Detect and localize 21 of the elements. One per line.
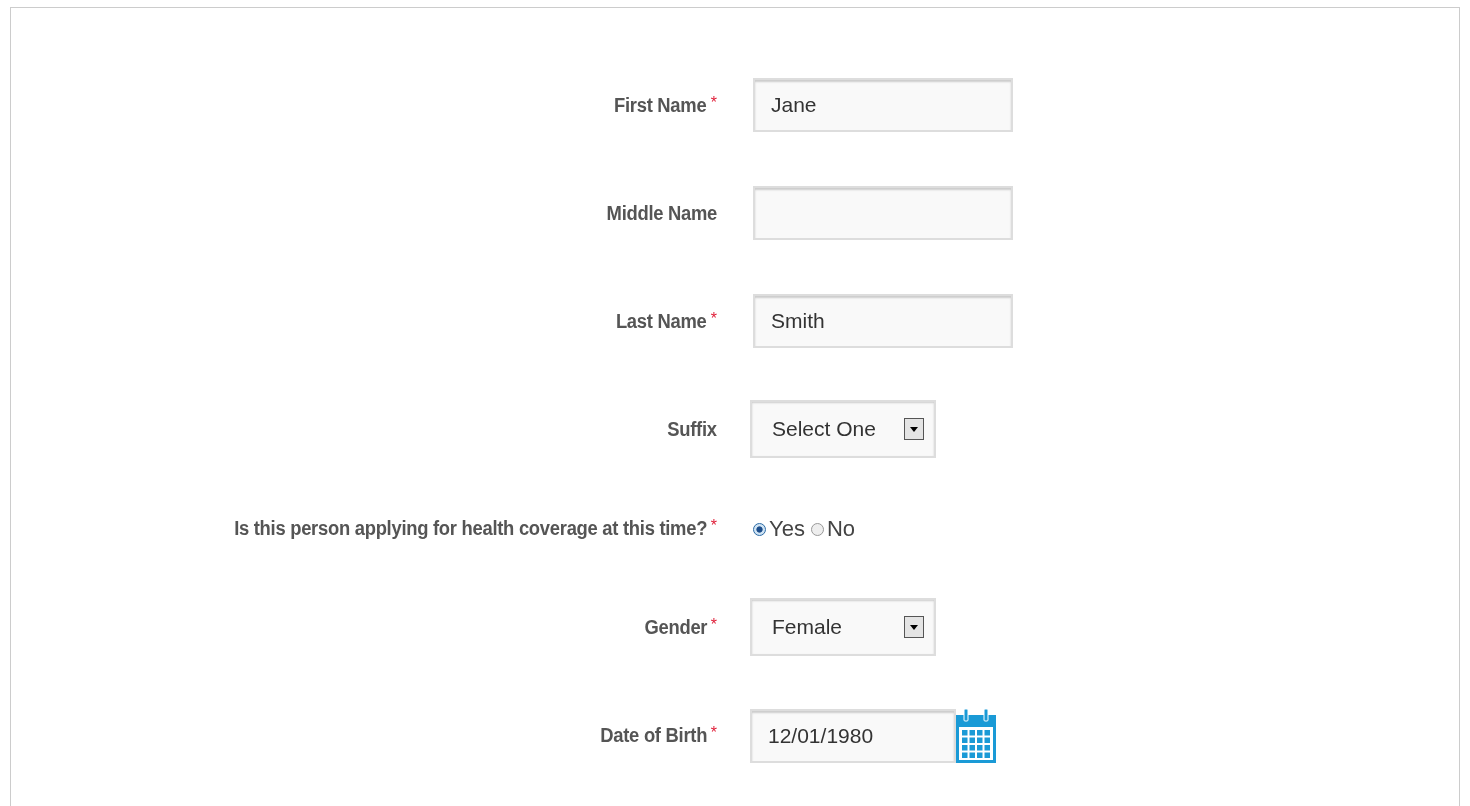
text-field[interactable]: Smith <box>753 294 1013 348</box>
field-label: First Name <box>614 93 707 117</box>
required-asterisk: * <box>710 516 717 535</box>
field-label: Suffix <box>667 417 717 441</box>
required-asterisk: * <box>710 93 717 112</box>
radio-option[interactable]: No <box>810 516 855 542</box>
date-field[interactable]: 12/01/1980 <box>750 709 956 763</box>
select-dropdown[interactable]: Female <box>750 598 936 656</box>
text-field[interactable]: Jane <box>753 78 1013 132</box>
required-asterisk: * <box>710 723 717 742</box>
radio-option[interactable]: Yes <box>753 516 805 542</box>
required-asterisk: * <box>710 309 717 328</box>
field-label: Gender <box>644 615 707 639</box>
field-label: Date of Birth <box>599 723 707 747</box>
field-label: Last Name <box>616 309 707 333</box>
required-asterisk: * <box>710 615 717 634</box>
select-dropdown[interactable]: Select One <box>750 400 936 458</box>
field-label: Is this person applying for health coverage at this time? <box>233 516 707 540</box>
text-field[interactable] <box>753 186 1013 240</box>
calendar-icon[interactable] <box>956 707 996 763</box>
field-label: Middle Name <box>606 201 717 225</box>
